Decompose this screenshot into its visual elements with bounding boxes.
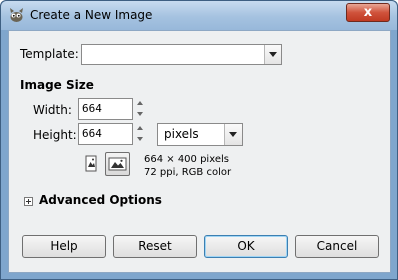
portrait-orientation-icon[interactable] bbox=[84, 155, 98, 173]
spin-down-icon[interactable] bbox=[135, 134, 145, 145]
width-label: Width: bbox=[33, 103, 72, 117]
chevron-down-icon[interactable] bbox=[264, 45, 281, 64]
expand-plus-icon[interactable] bbox=[24, 197, 33, 206]
dialog-window: Create a New Image x Template: Image Siz… bbox=[0, 0, 398, 280]
height-label: Height: bbox=[33, 128, 77, 142]
height-input[interactable]: 664 bbox=[78, 123, 133, 145]
dialog-content: Template: Image Size Width: 664 Height: … bbox=[8, 30, 391, 273]
template-label: Template: bbox=[20, 47, 79, 61]
ok-button[interactable]: OK bbox=[204, 235, 288, 258]
height-spinner[interactable] bbox=[135, 123, 145, 145]
image-resolution-info: 72 ppi, RGB color bbox=[144, 167, 232, 178]
unit-dropdown[interactable]: pixels bbox=[157, 123, 243, 146]
landscape-orientation-icon bbox=[108, 157, 127, 171]
window-title: Create a New Image bbox=[30, 8, 153, 22]
spin-up-icon[interactable] bbox=[135, 98, 145, 109]
spin-up-icon[interactable] bbox=[135, 123, 145, 134]
landscape-orientation-button[interactable] bbox=[105, 152, 130, 176]
gimp-wilber-icon bbox=[10, 8, 23, 22]
close-button[interactable]: x bbox=[346, 3, 390, 22]
chevron-down-icon[interactable] bbox=[224, 124, 242, 145]
cancel-button[interactable]: Cancel bbox=[295, 235, 379, 258]
close-icon: x bbox=[363, 5, 373, 20]
width-input[interactable]: 664 bbox=[78, 98, 133, 120]
title-bar[interactable]: Create a New Image x bbox=[1, 1, 397, 30]
spin-down-icon[interactable] bbox=[135, 109, 145, 120]
unit-value: pixels bbox=[164, 127, 199, 141]
reset-button[interactable]: Reset bbox=[113, 235, 197, 258]
advanced-options-toggle[interactable]: Advanced Options bbox=[39, 193, 162, 207]
image-dimensions-info: 664 × 400 pixels bbox=[144, 154, 229, 165]
help-button[interactable]: Help bbox=[22, 235, 106, 258]
image-size-heading: Image Size bbox=[20, 78, 94, 92]
width-spinner[interactable] bbox=[135, 98, 145, 120]
template-dropdown[interactable] bbox=[81, 44, 282, 65]
